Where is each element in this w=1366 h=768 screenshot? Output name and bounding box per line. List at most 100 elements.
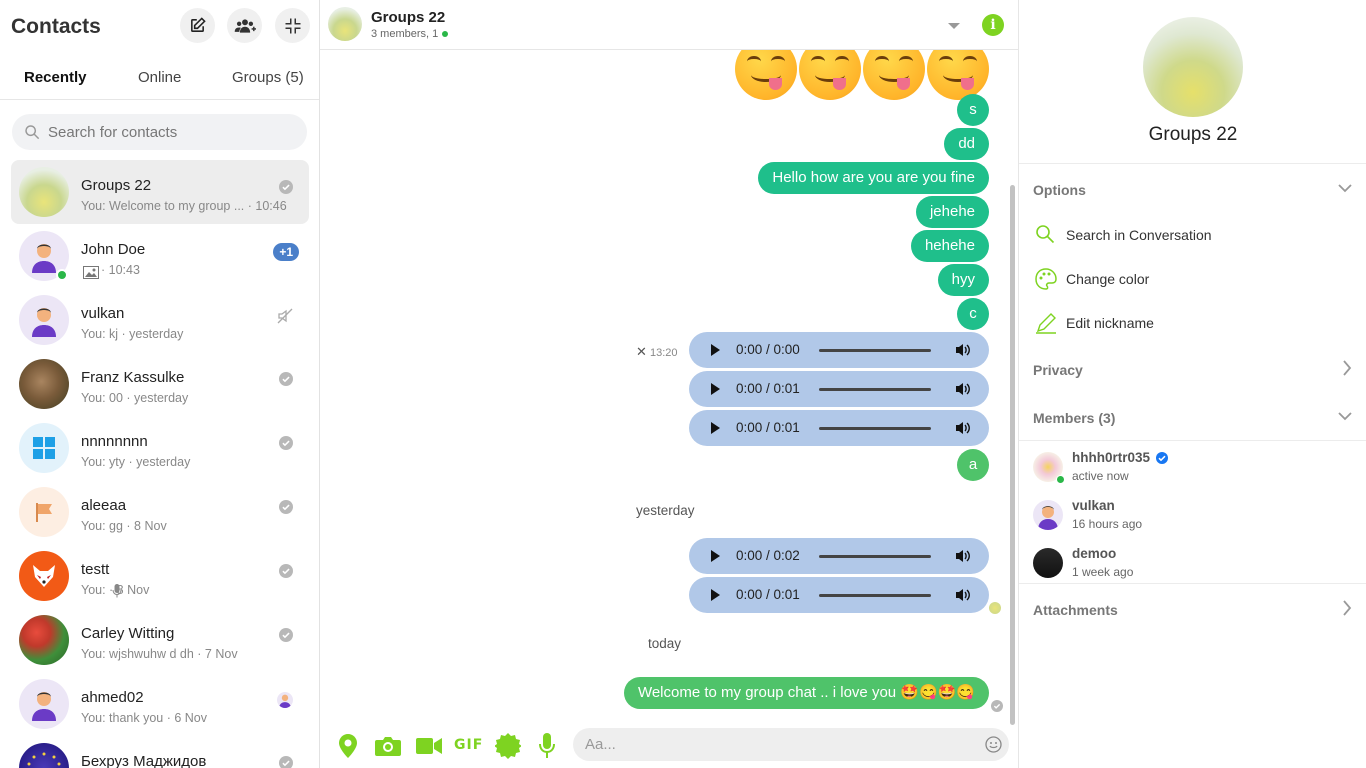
- contact-item[interactable]: Бехруз Маджидов: [11, 736, 309, 768]
- play-icon[interactable]: [711, 589, 720, 601]
- person-avatar-icon: [32, 692, 56, 721]
- search-input[interactable]: [48, 114, 298, 150]
- member-item[interactable]: vulkan 16 hours ago: [1033, 496, 1353, 536]
- tab-recently[interactable]: Recently: [24, 69, 87, 86]
- location-icon[interactable]: [339, 734, 357, 758]
- contact-last-message: You: gg · 8 Nov: [81, 519, 167, 533]
- audio-message[interactable]: 0:00 / 0:01: [689, 371, 989, 407]
- contact-name: nnnnnnnn: [81, 433, 148, 450]
- contact-item[interactable]: testt You: · 8 Nov: [11, 544, 309, 608]
- delivered-check-icon: [279, 372, 293, 386]
- play-icon[interactable]: [711, 550, 720, 562]
- audio-time: 0:00 / 0:01: [736, 587, 800, 602]
- chat-panel: Groups 22 3 members, 1 i s dd Hello how …: [320, 0, 1018, 768]
- collapse-icon: [285, 18, 300, 33]
- sticker-icon[interactable]: [495, 733, 521, 759]
- audio-message[interactable]: 0:00 / 0:00: [689, 332, 989, 368]
- delivered-check-icon: [279, 180, 293, 194]
- message-bubble[interactable]: Welcome to my group chat .. i love you 🤩…: [623, 677, 989, 709]
- contact-item[interactable]: nnnnnnnn You: yty · yesterday: [11, 416, 309, 480]
- contact-item[interactable]: aleeaa You: gg · 8 Nov: [11, 480, 309, 544]
- message-bubble[interactable]: jehehe: [915, 196, 989, 228]
- volume-icon[interactable]: [955, 548, 971, 564]
- video-icon[interactable]: [416, 738, 442, 754]
- chevron-down-icon[interactable]: [1338, 183, 1352, 193]
- audio-progress[interactable]: [819, 388, 931, 391]
- avatar: [19, 359, 69, 409]
- compose-icon: [191, 17, 206, 32]
- delivered-check-icon: [279, 500, 293, 514]
- play-icon[interactable]: [711, 344, 720, 356]
- contact-item[interactable]: ahmed02 You: thank you · 6 Nov: [11, 672, 309, 736]
- group-avatar[interactable]: [328, 7, 362, 41]
- message-bubble[interactable]: hyy: [937, 264, 989, 296]
- windows-logo-icon: [33, 437, 55, 459]
- microphone-icon[interactable]: [539, 733, 555, 759]
- audio-message[interactable]: 0:00 / 0:01: [689, 577, 989, 613]
- section-attachments[interactable]: Attachments: [1033, 602, 1118, 618]
- volume-icon[interactable]: [955, 587, 971, 603]
- seen-avatar: [989, 602, 1001, 614]
- message-bubble[interactable]: s: [957, 94, 989, 126]
- chevron-right-icon[interactable]: [1342, 600, 1352, 616]
- new-group-button[interactable]: [227, 8, 262, 43]
- section-options[interactable]: Options: [1033, 182, 1086, 198]
- contact-item[interactable]: Franz Kassulke You: 00 · yesterday: [11, 352, 309, 416]
- audio-progress[interactable]: [819, 427, 931, 430]
- info-icon[interactable]: i: [982, 14, 1004, 36]
- yum-emoji-icon: [927, 50, 989, 100]
- message-bubble[interactable]: dd: [944, 128, 989, 160]
- contact-name: John Doe: [81, 241, 146, 258]
- contact-item[interactable]: Groups 22 You: Welcome to my group ... ·…: [11, 160, 309, 224]
- yum-emoji-icon: [799, 50, 861, 100]
- collapse-button[interactable]: [275, 8, 310, 43]
- volume-icon[interactable]: [955, 342, 971, 358]
- tab-online[interactable]: Online: [138, 69, 181, 86]
- divider: [1019, 163, 1366, 164]
- camera-icon[interactable]: [375, 736, 401, 756]
- message-bubble[interactable]: Hello how are you are you fine: [758, 162, 989, 194]
- chevron-down-icon[interactable]: [1338, 411, 1352, 421]
- member-item[interactable]: demoo 1 week ago: [1033, 544, 1353, 584]
- new-message-button[interactable]: [180, 8, 215, 43]
- contact-item[interactable]: John Doe · 10:43 +1: [11, 224, 309, 288]
- close-icon[interactable]: ✕: [636, 344, 647, 359]
- audio-progress[interactable]: [819, 594, 931, 597]
- message-bubble[interactable]: c: [957, 298, 989, 330]
- audio-message[interactable]: 0:00 / 0:01: [689, 410, 989, 446]
- member-status: 1 week ago: [1072, 565, 1134, 579]
- audio-message[interactable]: 0:00 / 0:02: [689, 538, 989, 574]
- emoji-picker-icon[interactable]: [985, 736, 1002, 753]
- chevron-right-icon[interactable]: [1342, 360, 1352, 376]
- online-indicator: [442, 31, 449, 38]
- option-search-in-conversation[interactable]: Search in Conversation: [1035, 224, 1212, 246]
- audio-time: 0:00 / 0:00: [736, 342, 800, 357]
- audio-progress[interactable]: [819, 555, 931, 558]
- member-item[interactable]: hhhh0rtr035 active now: [1033, 448, 1353, 488]
- yum-emoji-icon: [863, 50, 925, 100]
- option-label: Edit nickname: [1066, 315, 1154, 331]
- tab-groups[interactable]: Groups (5): [232, 69, 304, 86]
- chat-title[interactable]: Groups 22: [371, 9, 445, 26]
- contact-item[interactable]: Carley Witting You: wjshwuhw d dh · 7 No…: [11, 608, 309, 672]
- member-name: hhhh0rtr035: [1072, 450, 1168, 465]
- scrollbar[interactable]: [1010, 185, 1015, 725]
- play-icon[interactable]: [711, 383, 720, 395]
- section-privacy[interactable]: Privacy: [1033, 362, 1083, 378]
- contact-name: Franz Kassulke: [81, 369, 185, 386]
- avatar: [19, 423, 69, 473]
- chevron-down-icon[interactable]: [948, 23, 960, 29]
- section-members[interactable]: Members (3): [1033, 410, 1115, 426]
- option-change-color[interactable]: Change color: [1035, 268, 1149, 290]
- gif-icon[interactable]: GIF: [454, 737, 483, 753]
- play-icon[interactable]: [711, 422, 720, 434]
- volume-icon[interactable]: [955, 381, 971, 397]
- message-bubble[interactable]: hehehe: [910, 230, 989, 262]
- option-edit-nickname[interactable]: Edit nickname: [1035, 312, 1154, 334]
- message-bubble[interactable]: a: [957, 449, 989, 481]
- message-input[interactable]: [585, 728, 965, 761]
- volume-icon[interactable]: [955, 420, 971, 436]
- audio-progress[interactable]: [819, 349, 931, 352]
- contact-item[interactable]: vulkan You: kj · yesterday: [11, 288, 309, 352]
- avatar: [19, 743, 69, 768]
